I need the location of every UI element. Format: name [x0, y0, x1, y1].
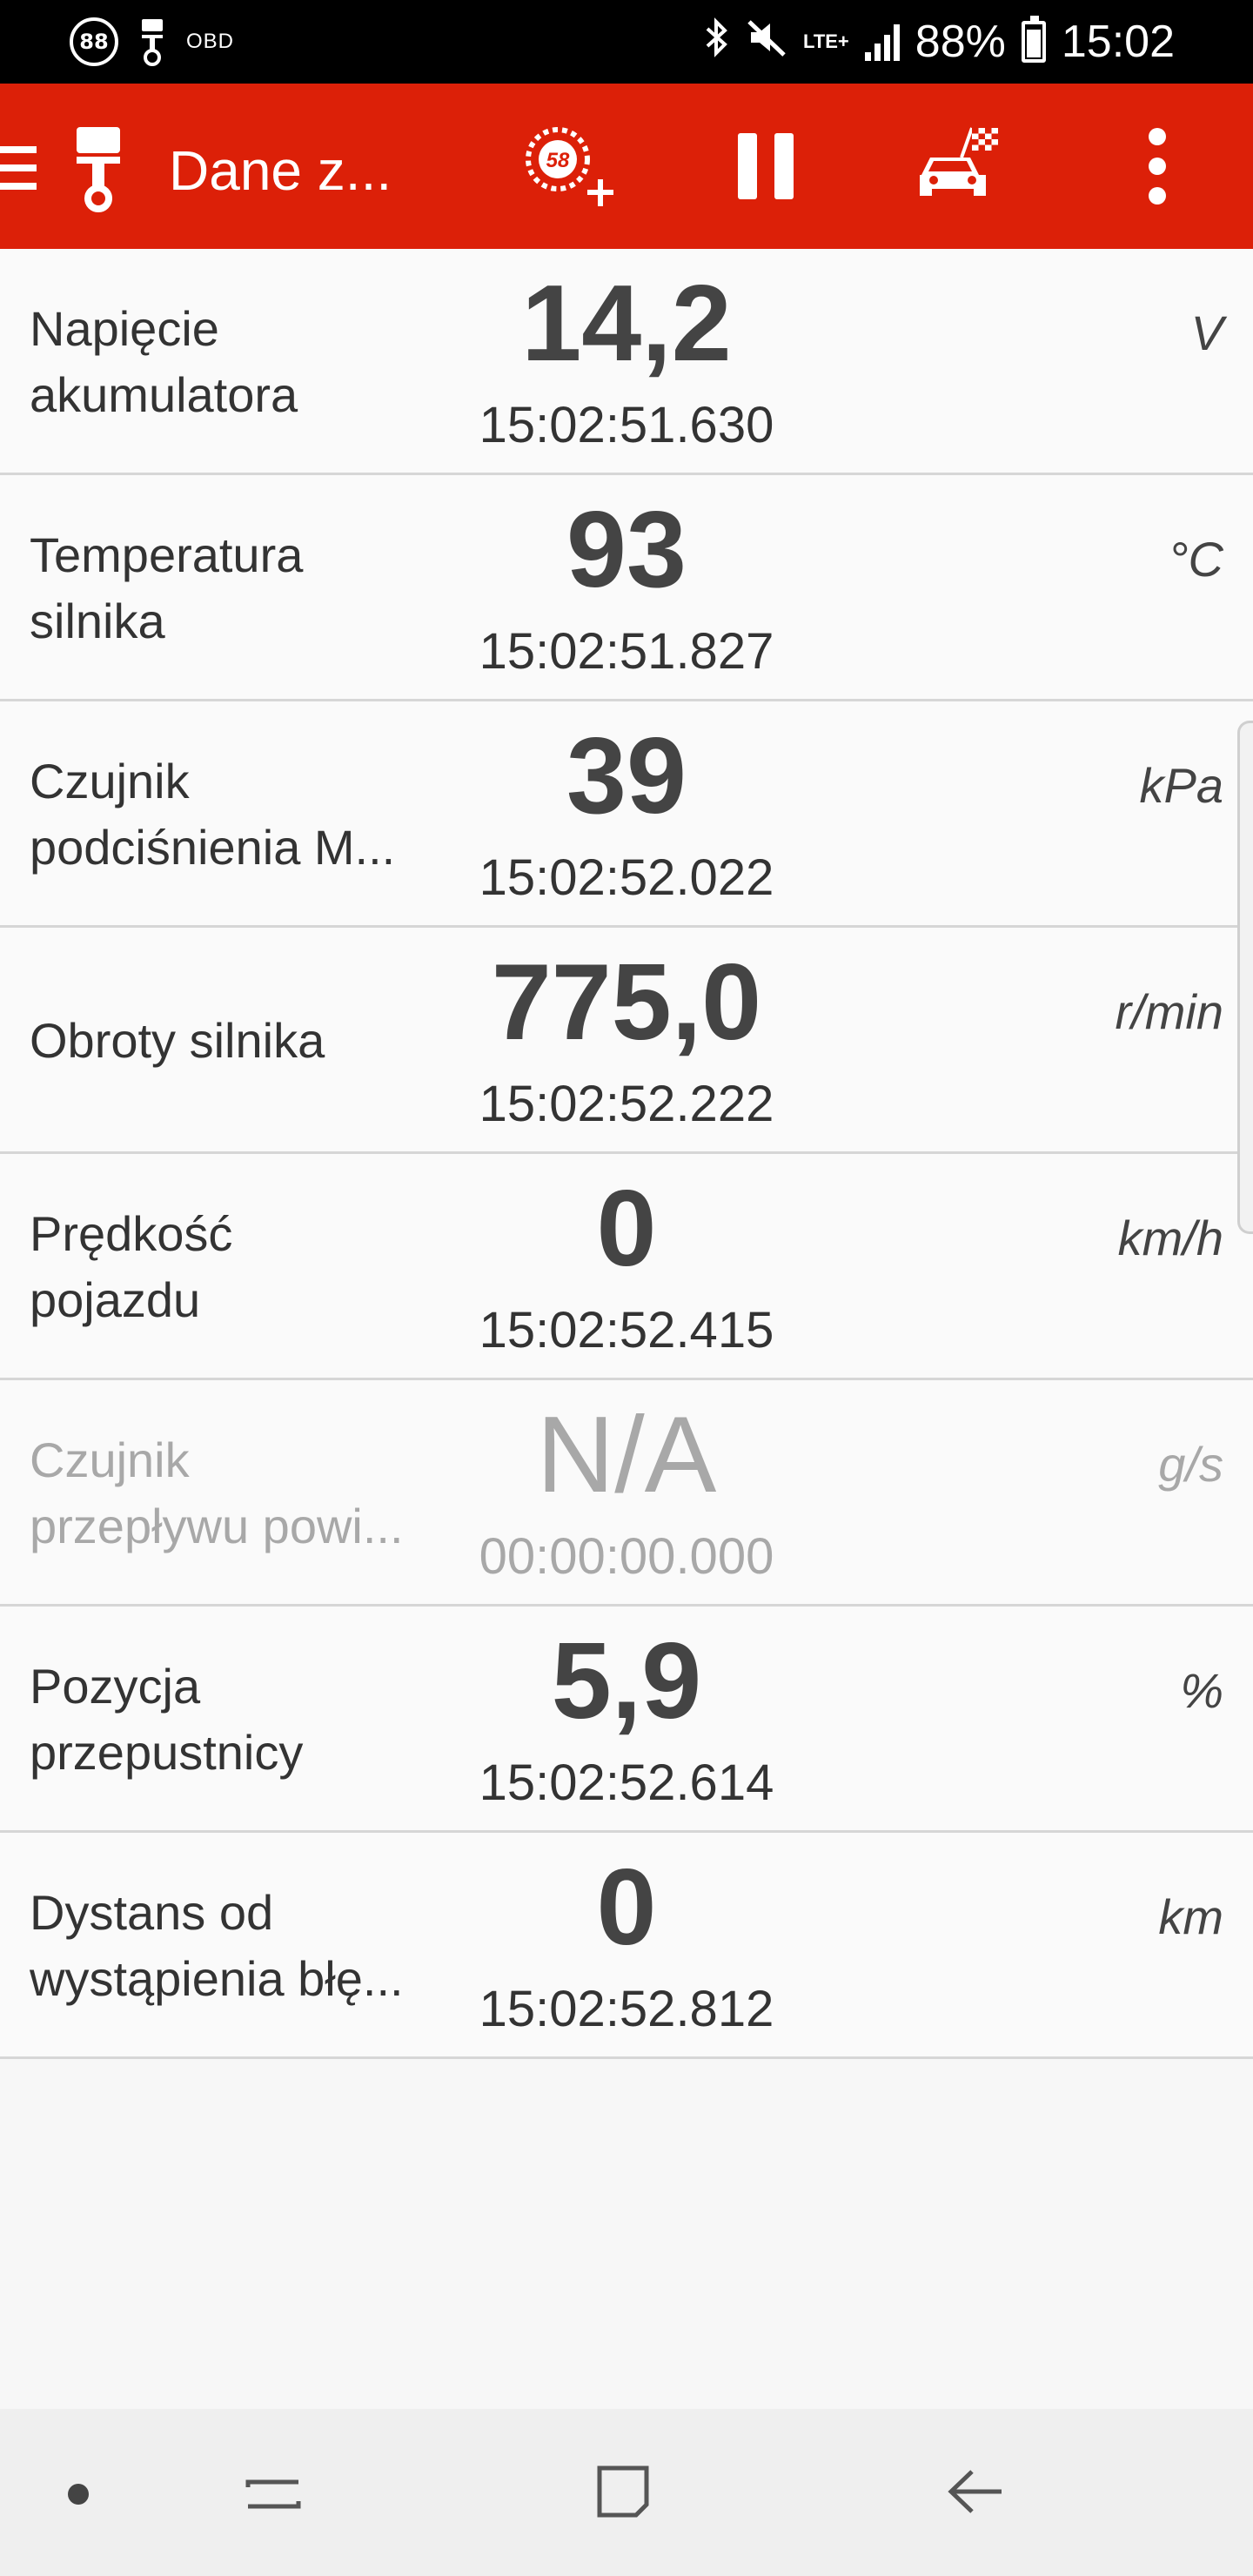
sensor-timestamp: 00:00:00.000: [479, 1528, 774, 1585]
home-icon: [597, 2465, 649, 2518]
sensor-row-engine-rpm[interactable]: Obroty silnika 775,0 15:02:52.222 r/min: [0, 928, 1253, 1154]
signal-icon: [864, 23, 900, 61]
status-bar: 88 OBD LTE+ 88% 15:02: [0, 0, 1253, 84]
battery-icon: [1021, 16, 1046, 63]
battery-percent: 88%: [915, 17, 1006, 67]
sensor-timestamp: 15:02:52.614: [479, 1754, 774, 1811]
bluetooth-icon: [704, 17, 730, 68]
piston-icon: [77, 127, 120, 212]
sensor-timestamp: 15:02:51.630: [479, 397, 774, 453]
more-icon: [1149, 128, 1166, 205]
toolbar-title: Dane z...: [169, 139, 392, 202]
scrollbar-thumb[interactable]: [1237, 721, 1253, 1234]
sensor-row-throttle-position[interactable]: Pozycja przepustnicy 5,9 15:02:52.614 %: [0, 1607, 1253, 1833]
sensor-value: 775,0: [491, 943, 762, 1063]
sensor-value: 5,9: [551, 1621, 702, 1741]
sensor-unit: km: [1158, 1889, 1223, 1944]
more-options-button[interactable]: [1105, 118, 1209, 214]
sensor-value: 14,2: [521, 264, 732, 384]
sensor-row-map-sensor[interactable]: Czujnik podciśnienia M... 39 15:02:52.022…: [0, 701, 1253, 928]
sensor-timestamp: 15:02:52.812: [479, 1981, 774, 2037]
sensor-unit: kPa: [1139, 758, 1224, 813]
sensor-row-vehicle-speed[interactable]: Prędkość pojazdu 0 15:02:52.415 km/h: [0, 1154, 1253, 1380]
back-icon: [948, 2470, 1002, 2513]
sensor-unit: V: [1190, 305, 1223, 360]
race-button[interactable]: [905, 118, 1009, 214]
recent-apps-button[interactable]: [221, 2444, 325, 2539]
sensor-value: 93: [566, 490, 687, 610]
race-car-icon: [920, 127, 998, 196]
obd-label: OBD: [186, 30, 235, 53]
add-gauge-button[interactable]: 58: [515, 118, 620, 214]
status-time: 15:02: [1061, 17, 1175, 67]
sensor-list[interactable]: Napięcie akumulatora 14,2 15:02:51.630 V …: [0, 249, 1253, 2059]
status-right: LTE+ 88% 15:02: [704, 16, 1175, 68]
menu-icon[interactable]: [0, 146, 37, 190]
sensor-unit: °C: [1169, 532, 1223, 587]
sensor-timestamp: 15:02:52.415: [479, 1302, 774, 1358]
sensor-row-engine-temperature[interactable]: Temperatura silnika 93 15:02:51.827 °C: [0, 475, 1253, 701]
gauge-badge: 58: [546, 149, 570, 172]
recent-apps-icon: [245, 2479, 301, 2509]
sensor-timestamp: 15:02:51.827: [479, 623, 774, 680]
back-button[interactable]: [922, 2444, 1027, 2539]
status-left: 88 OBD: [70, 17, 234, 66]
sensor-label: Pozycja przepustnicy: [30, 1659, 304, 1780]
sensor-unit: r/min: [1115, 984, 1223, 1039]
sensor-label: Napięcie akumulatora: [30, 301, 298, 422]
sensor-value: 0: [596, 1169, 657, 1289]
sensor-label: Dystans od wystąpienia błę...: [30, 1885, 404, 2006]
sensor-label: Czujnik podciśnienia M...: [30, 754, 396, 875]
network-type: LTE+: [803, 30, 849, 52]
sensor-label: Prędkość pojazdu: [30, 1206, 233, 1327]
app-toolbar: Dane z... 58: [0, 84, 1253, 249]
sensor-label: Czujnik przepływu powi...: [30, 1432, 404, 1553]
nav-dot-icon[interactable]: [68, 2484, 89, 2505]
sensor-value: N/A: [536, 1395, 717, 1515]
sensor-row-battery-voltage[interactable]: Napięcie akumulatora 14,2 15:02:51.630 V: [0, 249, 1253, 475]
sensor-unit: g/s: [1158, 1437, 1223, 1492]
sensor-row-mass-air-flow[interactable]: Czujnik przepływu powi... N/A 00:00:00.00…: [0, 1380, 1253, 1607]
pause-icon: [738, 133, 794, 199]
sensor-unit: %: [1180, 1663, 1223, 1718]
sensor-timestamp: 15:02:52.022: [479, 849, 774, 906]
sensor-value: 0: [596, 1848, 657, 1968]
sensor-label: Obroty silnika: [30, 1013, 325, 1068]
piston-notification-icon: [142, 19, 163, 66]
sensor-value: 39: [566, 716, 687, 836]
count-badge-icon: 88: [70, 17, 118, 66]
sensor-timestamp: 15:02:52.222: [479, 1076, 774, 1132]
sensor-row-distance-since-error[interactable]: Dystans od wystąpienia błę... 0 15:02:52.…: [0, 1833, 1253, 2059]
sensor-unit: km/h: [1117, 1211, 1223, 1265]
pause-button[interactable]: [714, 118, 818, 214]
home-button[interactable]: [571, 2444, 675, 2539]
mute-icon: [746, 17, 787, 68]
add-gauge-icon: 58: [526, 127, 613, 206]
sensor-label: Temperatura silnika: [30, 527, 304, 648]
navigation-bar: [0, 2409, 1253, 2576]
